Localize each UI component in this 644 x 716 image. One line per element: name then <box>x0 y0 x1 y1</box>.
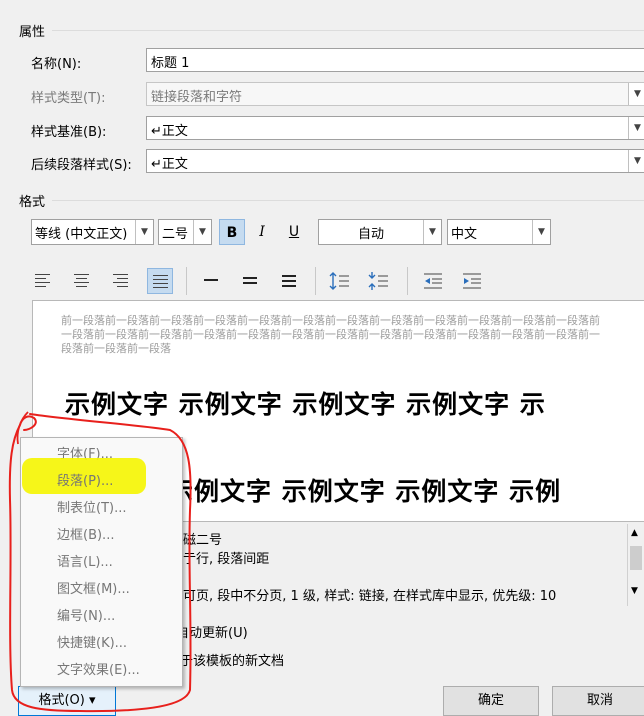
name-label: 名称(N): <box>31 57 82 72</box>
increase-indent-icon[interactable] <box>459 268 485 294</box>
toolbar-separator <box>186 267 187 295</box>
decrease-indent-icon[interactable] <box>420 268 446 294</box>
toolbar-separator <box>407 267 408 295</box>
name-input[interactable]: 标题 1 <box>146 48 644 72</box>
align-right-icon[interactable] <box>108 268 134 294</box>
cancel-button[interactable]: 取消 <box>552 686 644 716</box>
chevron-down-icon[interactable]: ▼ <box>423 220 441 244</box>
style-based-select[interactable]: ↵正文 ▼ <box>146 116 644 140</box>
style-description-line-3: 可页, 段中不分页, 1 级, 样式: 链接, 在样式库中显示, 优先级: 10 <box>183 589 557 604</box>
decrease-paragraph-spacing-icon[interactable] <box>366 268 392 294</box>
menu-item-language[interactable]: 语言(L)... <box>21 549 182 576</box>
next-style-value: ↵正文 <box>151 157 188 172</box>
chevron-down-icon[interactable]: ▼ <box>193 220 211 244</box>
size-value: 二号 <box>162 227 189 242</box>
align-center-icon[interactable] <box>69 268 95 294</box>
style-description-line-2: 亍行, 段落间距 <box>183 552 270 567</box>
font-color-value: 自动 <box>357 227 384 242</box>
style-type-value: 链接段落和字符 <box>151 90 243 105</box>
chevron-down-icon[interactable]: ▼ <box>135 220 153 244</box>
menu-item-numbering[interactable]: 编号(N)... <box>21 603 182 630</box>
chevron-down-icon: ▼ <box>628 83 644 105</box>
underline-button[interactable]: U <box>281 219 307 245</box>
font-select[interactable]: 等线 (中文正文) ▼ <box>31 219 154 245</box>
menu-item-border[interactable]: 边框(B)... <box>21 522 182 549</box>
menu-item-tabs[interactable]: 制表位(T)... <box>21 495 182 522</box>
style-type-label: 样式类型(T): <box>31 91 106 106</box>
next-style-label: 后续段落样式(S): <box>31 158 132 173</box>
bold-button[interactable]: B <box>219 219 245 245</box>
style-type-select: 链接段落和字符 ▼ <box>146 82 644 106</box>
name-value: 标题 1 <box>151 56 190 71</box>
increase-paragraph-spacing-icon[interactable] <box>327 268 353 294</box>
italic-button[interactable]: I <box>249 219 275 245</box>
sample-text-line-1: 示例文字 示例文字 示例文字 示例文字 示 <box>65 390 546 419</box>
font-value: 等线 (中文正文) <box>35 227 128 242</box>
one-half-spacing-icon[interactable] <box>237 268 263 294</box>
scroll-up-icon[interactable]: ▲ <box>631 528 638 538</box>
template-docs-option[interactable]: 于该模板的新文档 <box>180 650 284 669</box>
ok-button[interactable]: 确定 <box>443 686 539 716</box>
font-color-select[interactable]: 自动 ▼ <box>318 219 442 245</box>
style-based-label: 样式基准(B): <box>31 125 107 140</box>
chevron-down-icon[interactable]: ▼ <box>628 117 644 139</box>
scroll-down-icon[interactable]: ▼ <box>631 586 638 596</box>
align-left-icon[interactable] <box>30 268 56 294</box>
style-based-value: ↵正文 <box>151 124 188 139</box>
single-spacing-icon[interactable] <box>198 268 224 294</box>
sample-text-line-2: 示例文字 示例文字 示例文字 示例 <box>168 477 562 506</box>
chevron-down-icon[interactable]: ▼ <box>532 220 550 244</box>
script-value: 中文 <box>451 227 478 242</box>
properties-section-title: 属性 <box>19 25 46 40</box>
format-button[interactable]: 格式(O) ▾ <box>18 686 116 716</box>
format-divider <box>52 200 644 201</box>
format-section-title: 格式 <box>19 195 46 210</box>
menu-item-paragraph-highlighted-label: 段落(P)... <box>57 474 114 489</box>
menu-item-text-effects[interactable]: 文字效果(E)... <box>21 657 182 684</box>
chevron-down-icon[interactable]: ▼ <box>628 150 644 172</box>
description-scrollbar[interactable]: ▲ ▼ <box>627 524 644 606</box>
double-spacing-icon[interactable] <box>276 268 302 294</box>
toolbar-separator <box>315 267 316 295</box>
properties-divider <box>52 30 644 31</box>
scroll-thumb[interactable] <box>630 546 642 570</box>
script-select[interactable]: 中文 ▼ <box>447 219 551 245</box>
next-style-select[interactable]: ↵正文 ▼ <box>146 149 644 173</box>
previous-paragraph-text: 前一段落前一段落前一段落前一段落前一段落前一段落前一段落前一段落前一段落前一段落… <box>61 314 600 355</box>
menu-item-shortcut[interactable]: 快捷键(K)... <box>21 630 182 657</box>
size-select[interactable]: 二号 ▼ <box>158 219 212 245</box>
auto-update-option[interactable]: 自动更新(U) <box>176 622 248 641</box>
justify-icon[interactable] <box>147 268 173 294</box>
style-description-line-1: 磁二号 <box>183 533 223 548</box>
menu-item-frame[interactable]: 图文框(M)... <box>21 576 182 603</box>
